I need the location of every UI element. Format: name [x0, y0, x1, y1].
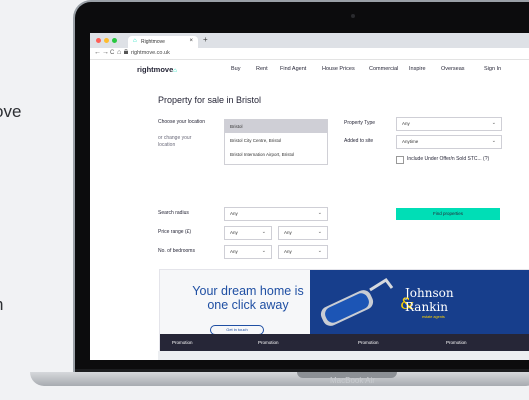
tab-title: Rightmove [141, 39, 165, 45]
home-icon[interactable]: ⌂ [117, 49, 121, 56]
location-option[interactable]: Bristol Internation Airport, Bristol [225, 148, 327, 161]
added-to-site-select[interactable]: Anytime ⌄ [396, 135, 502, 149]
nav-inspire[interactable]: Inspire [409, 66, 426, 72]
chevron-down-icon: ⌄ [317, 229, 322, 235]
lock-icon [124, 48, 128, 56]
property-type-select[interactable]: Any ⌄ [396, 117, 502, 131]
promotion-link[interactable]: Promotion [358, 340, 379, 345]
forward-icon[interactable]: → [102, 49, 109, 56]
nav-overseas[interactable]: Overseas [441, 66, 465, 72]
rightmove-tab-icon: ⌂ [133, 38, 137, 44]
minimize-window-icon[interactable] [104, 38, 109, 43]
agent-name-line2: Rankin [405, 300, 449, 314]
search-content: Property for sale in Bristol Choose your… [158, 81, 529, 360]
chevron-down-icon: ⌄ [261, 248, 266, 254]
banner-headline-line2: one click away [207, 298, 289, 312]
page-title: Property for sale in Bristol [158, 95, 262, 105]
chevron-down-icon: ⌄ [491, 138, 496, 144]
browser-tab[interactable]: ⌂ Rightmove × [128, 36, 198, 48]
laptop-base [30, 372, 529, 386]
maximize-window-icon[interactable] [112, 38, 117, 43]
page-footer-strip [158, 351, 529, 360]
bedrooms-label: No. of bedrooms [158, 248, 195, 254]
chevron-down-icon: ⌄ [491, 120, 496, 126]
promotion-bar: Promotion Promotion Promotion Promotion [160, 334, 529, 352]
nav-house-prices[interactable]: House Prices [322, 66, 355, 72]
nav-rent[interactable]: Rent [256, 66, 268, 72]
paint-roller-icon [320, 277, 394, 326]
laptop-brand: MacBook Air [330, 376, 375, 385]
price-max-select[interactable]: Any ⌄ [278, 226, 328, 240]
side-text-bottom: n [0, 295, 3, 315]
location-option-selected[interactable]: Bristol [225, 120, 327, 133]
close-tab-icon[interactable]: × [189, 38, 193, 44]
include-under-offer-checkbox[interactable] [396, 156, 404, 164]
nav-commercial[interactable]: Commercial [369, 66, 398, 72]
promo-banner[interactable]: Your dream home is one click away Get in… [159, 269, 529, 353]
promotion-link[interactable]: Promotion [172, 340, 193, 345]
url-text[interactable]: rightmove.co.uk [131, 50, 170, 56]
banner-headline-line1: Your dream home is [192, 284, 304, 298]
camera-icon [351, 14, 355, 18]
promotion-link[interactable]: Promotion [258, 340, 279, 345]
nav-sign-in[interactable]: Sign In [484, 66, 501, 72]
location-option[interactable]: Bristol City Centre, Bristol [225, 134, 327, 147]
back-icon[interactable]: ← [94, 49, 101, 56]
search-radius-label: Search radius [158, 210, 189, 216]
site-header: rightmove⌂ Buy Rent Find Agent House Pri… [90, 59, 529, 81]
chevron-down-icon: ⌄ [317, 210, 322, 216]
reload-icon[interactable]: C [110, 50, 114, 56]
price-range-label: Price range (£) [158, 229, 192, 235]
find-properties-button[interactable]: Find properties [396, 208, 500, 220]
beds-max-select[interactable]: Any ⌄ [278, 245, 328, 259]
banner-agent-panel: Johnson & Rankin estate agents [310, 270, 529, 334]
logo-house-icon: ⌂ [173, 68, 177, 74]
new-tab-button[interactable]: + [203, 35, 208, 44]
location-label: Choose your location [158, 119, 205, 125]
added-to-site-label: Added to site [344, 138, 374, 144]
side-text-top: ove [0, 102, 22, 121]
nav-find-agent[interactable]: Find Agent [280, 66, 306, 72]
close-window-icon[interactable] [96, 38, 101, 43]
browser-tab-strip: ⌂ Rightmove × + [90, 33, 529, 48]
laptop-screen: ⌂ Rightmove × + ← → C ⌂ rightmove.co.uk … [90, 33, 529, 360]
rightmove-logo[interactable]: rightmove⌂ [137, 65, 177, 74]
nav-buy[interactable]: Buy [231, 66, 240, 72]
property-type-label: Property Type [344, 120, 376, 126]
search-radius-select[interactable]: Any ⌄ [224, 207, 328, 221]
chevron-down-icon: ⌄ [261, 229, 266, 235]
promotion-link[interactable]: Promotion [446, 340, 467, 345]
include-under-offer-label: Include Under Offer/n Sold STC... (?) [407, 156, 490, 162]
location-sublabel: or change your location [158, 135, 192, 148]
price-min-select[interactable]: Any ⌄ [224, 226, 272, 240]
beds-min-select[interactable]: Any ⌄ [224, 245, 272, 259]
location-dropdown[interactable]: Bristol Bristol City Centre, Bristol Bri… [224, 119, 328, 165]
chevron-down-icon: ⌄ [317, 248, 322, 254]
agent-subtitle: estate agents [422, 315, 445, 319]
banner-left-panel: Your dream home is one click away Get in… [160, 270, 310, 335]
